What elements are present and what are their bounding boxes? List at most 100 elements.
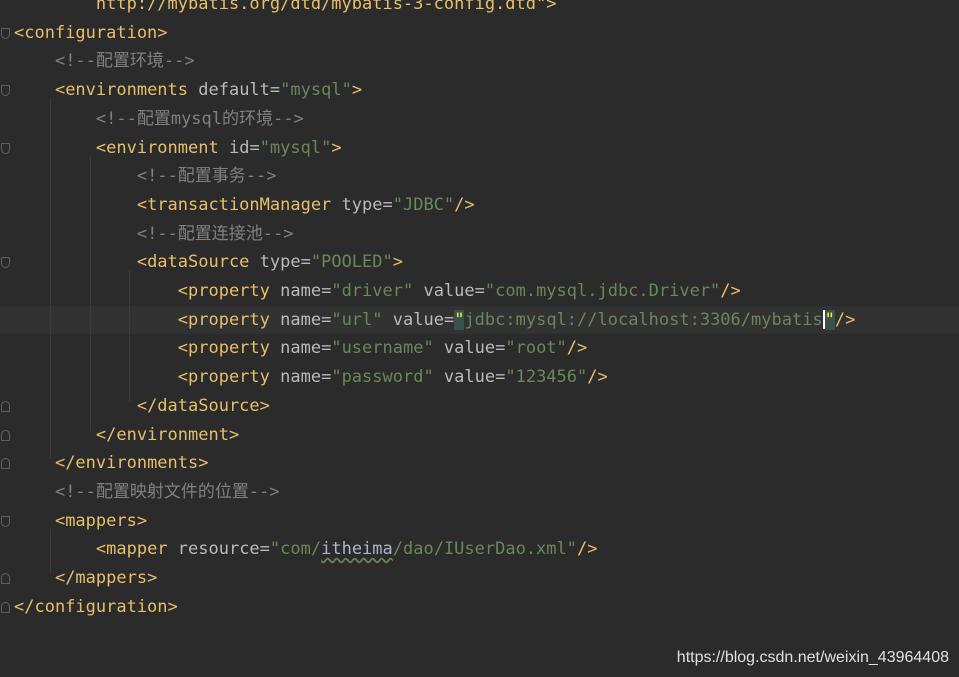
token-val: "root" [505,338,567,359]
token-attr: name [280,309,322,330]
code-line[interactable]: <mappers> [0,507,959,536]
token-attr: = [249,137,260,158]
code-line-text: <environment id="mysql"> [14,134,342,163]
code-line[interactable]: <property name="driver" value="com.mysql… [0,277,959,306]
token-tag: </dataSource> [136,395,270,416]
code-line-text: <mappers> [14,507,147,536]
code-line[interactable]: <environment id="mysql"> [0,134,959,163]
code-line-text: <mapper resource="com/itheima/dao/IUserD… [14,535,598,564]
token-val: jdbc:mysql://localhost:3306/mybatis [464,309,823,330]
token-attr: = [443,309,455,330]
code-line[interactable]: <configuration> [0,19,959,48]
token-tag: </mappers> [54,568,158,588]
code-line-text: </dataSource> [14,392,270,421]
token-tag: /> [566,338,588,359]
token-attr: = [321,309,332,330]
token-tag: <property [177,281,281,301]
code-line-text: <dataSource type="POOLED"> [14,248,403,277]
code-line-text: <property name="url" value="jdbc:mysql:/… [14,306,855,335]
code-line[interactable]: </environments> [0,449,959,478]
token-tag: /> [834,309,856,330]
code-line-text: <property name="username" value="root"/> [14,334,588,363]
code-line[interactable]: </environment> [0,421,959,450]
code-line[interactable]: </configuration> [0,593,959,622]
code-line-text: http://mybatis.org/dtd/mybatis-3-config.… [14,0,557,19]
code-line-text: <!--配置mysql的环境--> [14,105,304,134]
token-tag: > [331,137,342,158]
code-line-text: <!--配置事务--> [14,162,277,191]
token-tag: <dataSource [136,252,260,273]
token-attr: type [341,194,383,215]
indent-guide [89,155,91,431]
token-val: "username" [331,338,444,359]
token-url: http://mybatis.org/dtd/mybatis-3-config.… [95,0,536,14]
token-tag: <mapper [95,539,178,560]
token-cmt: <!--配置连接池--> [136,223,294,244]
token-tag: </environments> [54,453,209,474]
code-line-text: </configuration> [14,593,178,622]
code-line-text: <property name="password" value="123456"… [14,363,608,392]
code-line[interactable]: <!--配置mysql的环境--> [0,105,959,134]
token-attr: type [259,252,301,273]
token-tag: /> [587,367,608,388]
token-tag: </environment> [95,424,240,445]
code-line[interactable]: <mapper resource="com/itheima/dao/IUserD… [0,535,959,564]
token-attr: value [392,309,444,330]
token-val: "POOLED" [310,252,393,273]
code-line[interactable]: </dataSource> [0,392,959,421]
token-match: " [824,309,835,330]
code-line[interactable]: <property name="username" value="root"/> [0,334,959,363]
code-line-text: <!--配置映射文件的位置--> [14,478,280,507]
token-tag: <mappers> [54,510,148,531]
token-attr: = [382,194,393,215]
code-line[interactable]: <!--配置映射文件的位置--> [0,478,959,507]
token-tag: /> [720,281,741,301]
token-attr: = [259,539,270,560]
code-line-text: <!--配置环境--> [14,47,195,76]
token-squiggle: itheima [321,539,393,560]
code-editor[interactable]: http://mybatis.org/dtd/mybatis-3-config.… [0,0,959,677]
code-line[interactable]: <transactionManager type="JDBC"/> [0,191,959,220]
code-line[interactable]: <dataSource type="POOLED"> [0,248,959,277]
token-attr: = [495,367,506,388]
token-attr: value [443,338,496,359]
token-attr: = [269,80,281,101]
token-attr: = [321,338,332,359]
token-tag: /> [577,539,598,560]
token-tag: <transactionManager [136,194,342,215]
token-attr: value [423,281,475,301]
token-attr: name [280,338,322,359]
code-line[interactable]: <!--配置事务--> [0,162,959,191]
token-val: "driver" [331,281,424,301]
token-tag: <property [177,338,281,359]
code-line[interactable]: <!--配置环境--> [0,47,959,76]
code-line[interactable]: <property name="url" value="jdbc:mysql:/… [0,305,959,335]
token-cmt: <!--配置mysql的环境--> [95,108,304,129]
watermark-url: https://blog.csdn.net/weixin_43964408 [676,649,949,666]
token-val: "123456" [505,367,588,388]
code-line-text: <configuration> [14,19,168,48]
token-val: "url" [331,309,393,330]
token-val: "JDBC" [392,194,455,215]
token-val: "mysql" [280,80,352,101]
code-line[interactable]: <environments default="mysql"> [0,76,959,105]
token-attr: resource [177,539,260,560]
code-line-text: <transactionManager type="JDBC"/> [14,191,475,220]
token-tag: <configuration> [14,22,168,43]
code-line-text: </environments> [14,449,209,478]
code-line[interactable]: <property name="password" value="123456"… [0,363,959,392]
token-cmt: <!--配置事务--> [136,166,277,187]
token-tag: <environments [54,80,199,101]
code-line-text: <property name="driver" value="com.mysql… [14,277,741,306]
code-line[interactable]: http://mybatis.org/dtd/mybatis-3-config.… [0,0,959,19]
token-attr: = [321,281,332,301]
token-tag: <property [177,309,281,330]
token-cmt: <!--配置环境--> [54,51,195,72]
code-line-text: <environments default="mysql"> [14,76,362,105]
code-line[interactable]: <!--配置连接池--> [0,220,959,249]
code-line[interactable]: </mappers> [0,564,959,593]
token-attr: id [228,137,250,158]
indent-guide [49,528,51,574]
token-val: "com/ [269,539,322,560]
token-tag: > [351,80,363,101]
